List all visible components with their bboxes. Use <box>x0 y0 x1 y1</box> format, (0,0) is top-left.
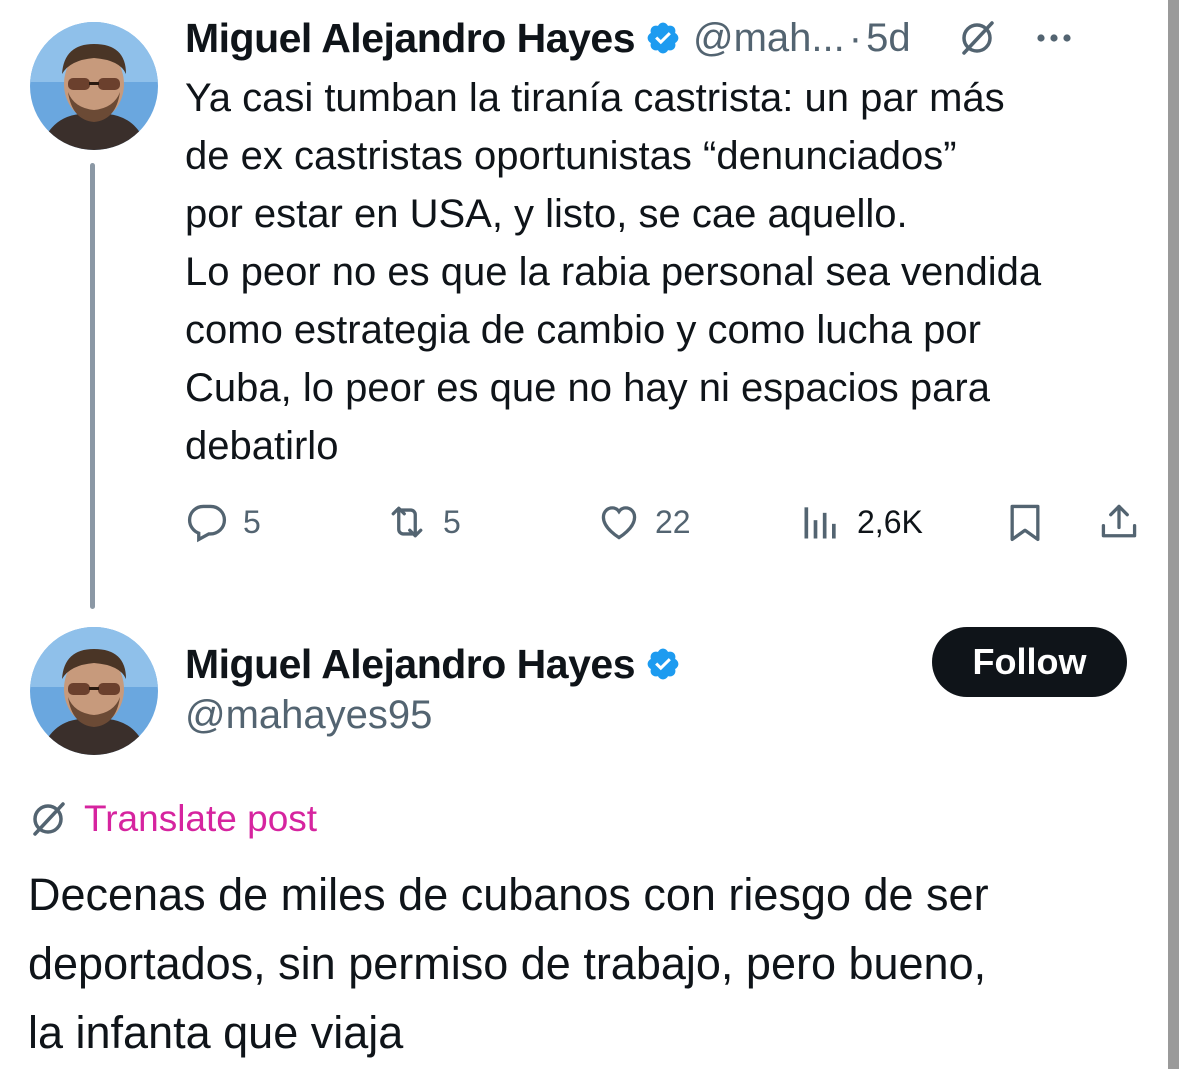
tweet-text-line: Cuba, lo peor es que no hay ni espacios … <box>185 366 990 410</box>
grok-icon[interactable] <box>957 18 997 58</box>
bookmark-icon <box>1010 504 1040 542</box>
post-timestamp[interactable]: 5d <box>866 16 911 61</box>
tweet-text-line: de ex castristas oportunistas “denunciad… <box>185 134 957 178</box>
translate-icon <box>33 802 65 836</box>
tweet1-text: Ya casi tumban la tiranía castrista: un … <box>185 69 1150 475</box>
avatar-image <box>30 627 158 755</box>
author-name[interactable]: Miguel Alejandro Hayes <box>185 15 636 62</box>
author-name[interactable]: Miguel Alejandro Hayes <box>185 641 636 688</box>
thread-connector-line <box>90 163 95 609</box>
repost-icon <box>391 506 423 538</box>
avatar[interactable] <box>30 22 158 150</box>
views-button[interactable]: 2,6K <box>799 496 923 548</box>
share-icon <box>1101 504 1137 538</box>
avatar-image <box>30 22 158 150</box>
bookmark-button[interactable] <box>1003 496 1061 548</box>
more-icon[interactable] <box>1036 33 1071 43</box>
follow-button[interactable]: Follow <box>932 627 1127 697</box>
tweet-text-line: debatirlo <box>185 424 339 468</box>
reply-count: 5 <box>243 503 261 540</box>
translate-post-link[interactable]: Translate post <box>84 798 317 840</box>
verified-badge-icon <box>647 648 679 680</box>
tweet-text-line: Decenas de miles de cubanos con riesgo d… <box>28 869 989 920</box>
author-handle[interactable]: @mahayes95 <box>185 693 432 738</box>
tweet-text-line: Ya casi tumban la tiranía castrista: un … <box>185 76 1005 120</box>
like-button[interactable]: 22 <box>597 496 691 548</box>
verified-badge-icon <box>647 22 679 54</box>
reply-icon <box>187 504 227 543</box>
tweet-text-line: por estar en USA, y listo, se cae aquell… <box>185 192 908 236</box>
tweet-text-line: la infanta que viaja <box>28 1007 404 1058</box>
repost-button[interactable]: 5 <box>385 496 461 548</box>
tweet1-header: Miguel Alejandro Hayes @mah... · 5d <box>185 12 1145 64</box>
avatar[interactable] <box>30 627 158 755</box>
tweet-text-line: deportados, sin permiso de trabajo, pero… <box>28 938 987 989</box>
views-icon <box>804 507 836 539</box>
reply-button[interactable]: 5 <box>185 496 261 548</box>
like-count: 22 <box>655 503 691 540</box>
tweet-text-line: Lo peor no es que la rabia personal sea … <box>185 250 1042 294</box>
translate-post[interactable]: Translate post <box>28 796 317 842</box>
like-icon <box>601 506 637 540</box>
tweet2-name-row: Miguel Alejandro Hayes <box>185 636 681 692</box>
repost-count: 5 <box>443 503 461 540</box>
tweet-text-line: como estrategia de cambio y como lucha p… <box>185 308 981 352</box>
tweet1-action-bar: 5 5 22 2,6K <box>185 496 1145 548</box>
tweet2-text: Decenas de miles de cubanos con riesgo d… <box>28 860 1148 1067</box>
author-handle[interactable]: @mah... <box>693 16 845 61</box>
views-count: 2,6K <box>857 503 923 540</box>
share-button[interactable] <box>1097 496 1155 548</box>
separator-dot: · <box>848 15 863 60</box>
scrollbar-edge <box>1168 0 1179 1069</box>
